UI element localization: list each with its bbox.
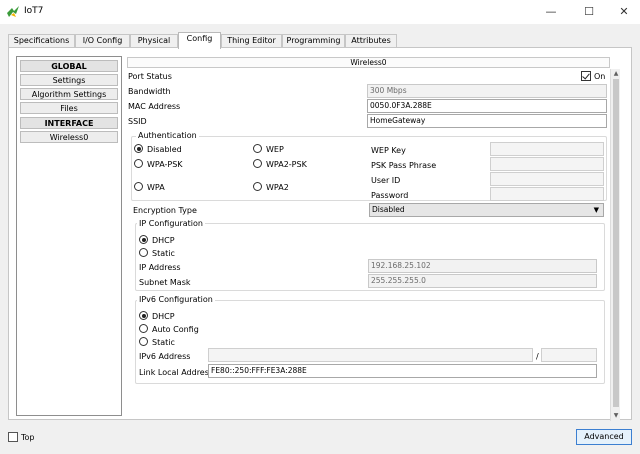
- ip-configuration-legend: IP Configuration: [137, 219, 205, 228]
- config-sidebar: GLOBAL Settings Algorithm Settings Files…: [16, 56, 122, 416]
- ipv6-configuration-legend: IPv6 Configuration: [137, 295, 215, 304]
- auth-wpa-radio[interactable]: [134, 182, 143, 191]
- auth-wep-radio[interactable]: [253, 144, 262, 153]
- wep-key-label: WEP Key: [371, 146, 406, 155]
- password-label: Password: [371, 191, 409, 200]
- user-id-field[interactable]: [490, 172, 604, 186]
- scroll-down-icon[interactable]: ▼: [611, 411, 621, 420]
- minimize-button[interactable]: —: [536, 2, 566, 22]
- wep-key-field[interactable]: [490, 142, 604, 156]
- ip-static-radio[interactable]: [139, 248, 148, 257]
- window-title: IoT7: [24, 6, 44, 16]
- sidebar-item-settings[interactable]: Settings: [20, 74, 118, 86]
- ip-dhcp-radio[interactable]: [139, 235, 148, 244]
- bandwidth-label: Bandwidth: [128, 87, 171, 96]
- link-local-address-label: Link Local Address:: [139, 368, 216, 377]
- auth-wpa-psk-radio[interactable]: [134, 159, 143, 168]
- sidebar-item-files[interactable]: Files: [20, 102, 118, 114]
- sidebar-item-wireless0[interactable]: Wireless0: [20, 131, 118, 143]
- tab-thing-editor[interactable]: Thing Editor: [221, 34, 282, 48]
- ip-address-label: IP Address: [139, 263, 181, 272]
- wireless-panel-title: Wireless0: [127, 57, 610, 68]
- mac-address-field[interactable]: 0050.0F3A.288E: [367, 99, 607, 113]
- bandwidth-field: 300 Mbps: [367, 84, 607, 98]
- auth-wpa-label: WPA: [147, 183, 165, 192]
- port-status-on-label: On: [594, 72, 606, 81]
- config-scrollbar[interactable]: ▲ ▼: [610, 69, 620, 421]
- auth-disabled-label: Disabled: [147, 145, 182, 154]
- link-local-address-field[interactable]: FE80::250:FFF:FE3A:288E: [208, 364, 597, 378]
- tab-specifications[interactable]: Specifications: [8, 34, 75, 48]
- auth-wpa2-psk-label: WPA2-PSK: [266, 160, 307, 169]
- ipv6-static-label: Static: [152, 338, 175, 347]
- port-status-checkbox[interactable]: [581, 71, 591, 81]
- ip-address-field[interactable]: 192.168.25.102: [368, 259, 597, 273]
- psk-pass-phrase-field[interactable]: [490, 157, 604, 171]
- ipv6-address-field[interactable]: [208, 348, 533, 362]
- ipv6-prefix-field[interactable]: [541, 348, 597, 362]
- ssid-field[interactable]: HomeGateway: [367, 114, 607, 128]
- top-checkbox[interactable]: [8, 432, 18, 442]
- auth-wep-label: WEP: [266, 145, 284, 154]
- sidebar-item-algorithm-settings[interactable]: Algorithm Settings: [20, 88, 118, 100]
- ipv6-static-radio[interactable]: [139, 337, 148, 346]
- sidebar-header-interface[interactable]: INTERFACE: [20, 117, 118, 129]
- psk-pass-phrase-label: PSK Pass Phrase: [371, 161, 437, 170]
- tab-physical[interactable]: Physical: [130, 34, 178, 48]
- auth-wpa2-label: WPA2: [266, 183, 289, 192]
- ipv6-prefix-separator: /: [536, 352, 539, 361]
- subnet-mask-label: Subnet Mask: [139, 278, 191, 287]
- mac-address-label: MAC Address: [128, 102, 181, 111]
- ipv6-dhcp-label: DHCP: [152, 312, 175, 321]
- authentication-legend: Authentication: [136, 131, 199, 140]
- packet-tracer-app-icon: [7, 6, 19, 17]
- ipv6-dhcp-radio[interactable]: [139, 311, 148, 320]
- advanced-button[interactable]: Advanced: [576, 429, 632, 445]
- sidebar-header-global[interactable]: GLOBAL: [20, 60, 118, 72]
- encryption-type-select[interactable]: Disabled ▼: [369, 203, 604, 217]
- scroll-up-icon[interactable]: ▲: [611, 69, 621, 78]
- auth-wpa2-radio[interactable]: [253, 182, 262, 191]
- auth-disabled-radio[interactable]: [134, 144, 143, 153]
- encryption-type-label: Encryption Type: [133, 206, 197, 215]
- auth-wpa-psk-label: WPA-PSK: [147, 160, 183, 169]
- user-id-label: User ID: [371, 176, 401, 185]
- tab-io-config[interactable]: I/O Config: [75, 34, 130, 48]
- tab-programming[interactable]: Programming: [282, 34, 345, 48]
- ip-static-label: Static: [152, 249, 175, 258]
- ipv6-address-label: IPv6 Address: [139, 352, 191, 361]
- top-checkbox-label: Top: [21, 433, 35, 442]
- ipv6-auto-config-radio[interactable]: [139, 324, 148, 333]
- tab-config[interactable]: Config: [178, 32, 221, 49]
- port-status-label: Port Status: [128, 72, 172, 81]
- subnet-mask-field[interactable]: 255.255.255.0: [368, 274, 597, 288]
- maximize-button[interactable]: ☐: [574, 2, 604, 22]
- ipv6-auto-config-label: Auto Config: [152, 325, 199, 334]
- ip-dhcp-label: DHCP: [152, 236, 175, 245]
- title-bar: IoT7 — ☐ ✕: [0, 0, 640, 24]
- dropdown-arrow-icon: ▼: [593, 206, 599, 214]
- auth-wpa2-psk-radio[interactable]: [253, 159, 262, 168]
- tab-attributes[interactable]: Attributes: [345, 34, 397, 48]
- ssid-label: SSID: [128, 117, 147, 126]
- password-field[interactable]: [490, 187, 604, 201]
- encryption-type-value: Disabled: [372, 205, 405, 214]
- close-button[interactable]: ✕: [609, 2, 639, 22]
- scroll-thumb[interactable]: [613, 79, 619, 407]
